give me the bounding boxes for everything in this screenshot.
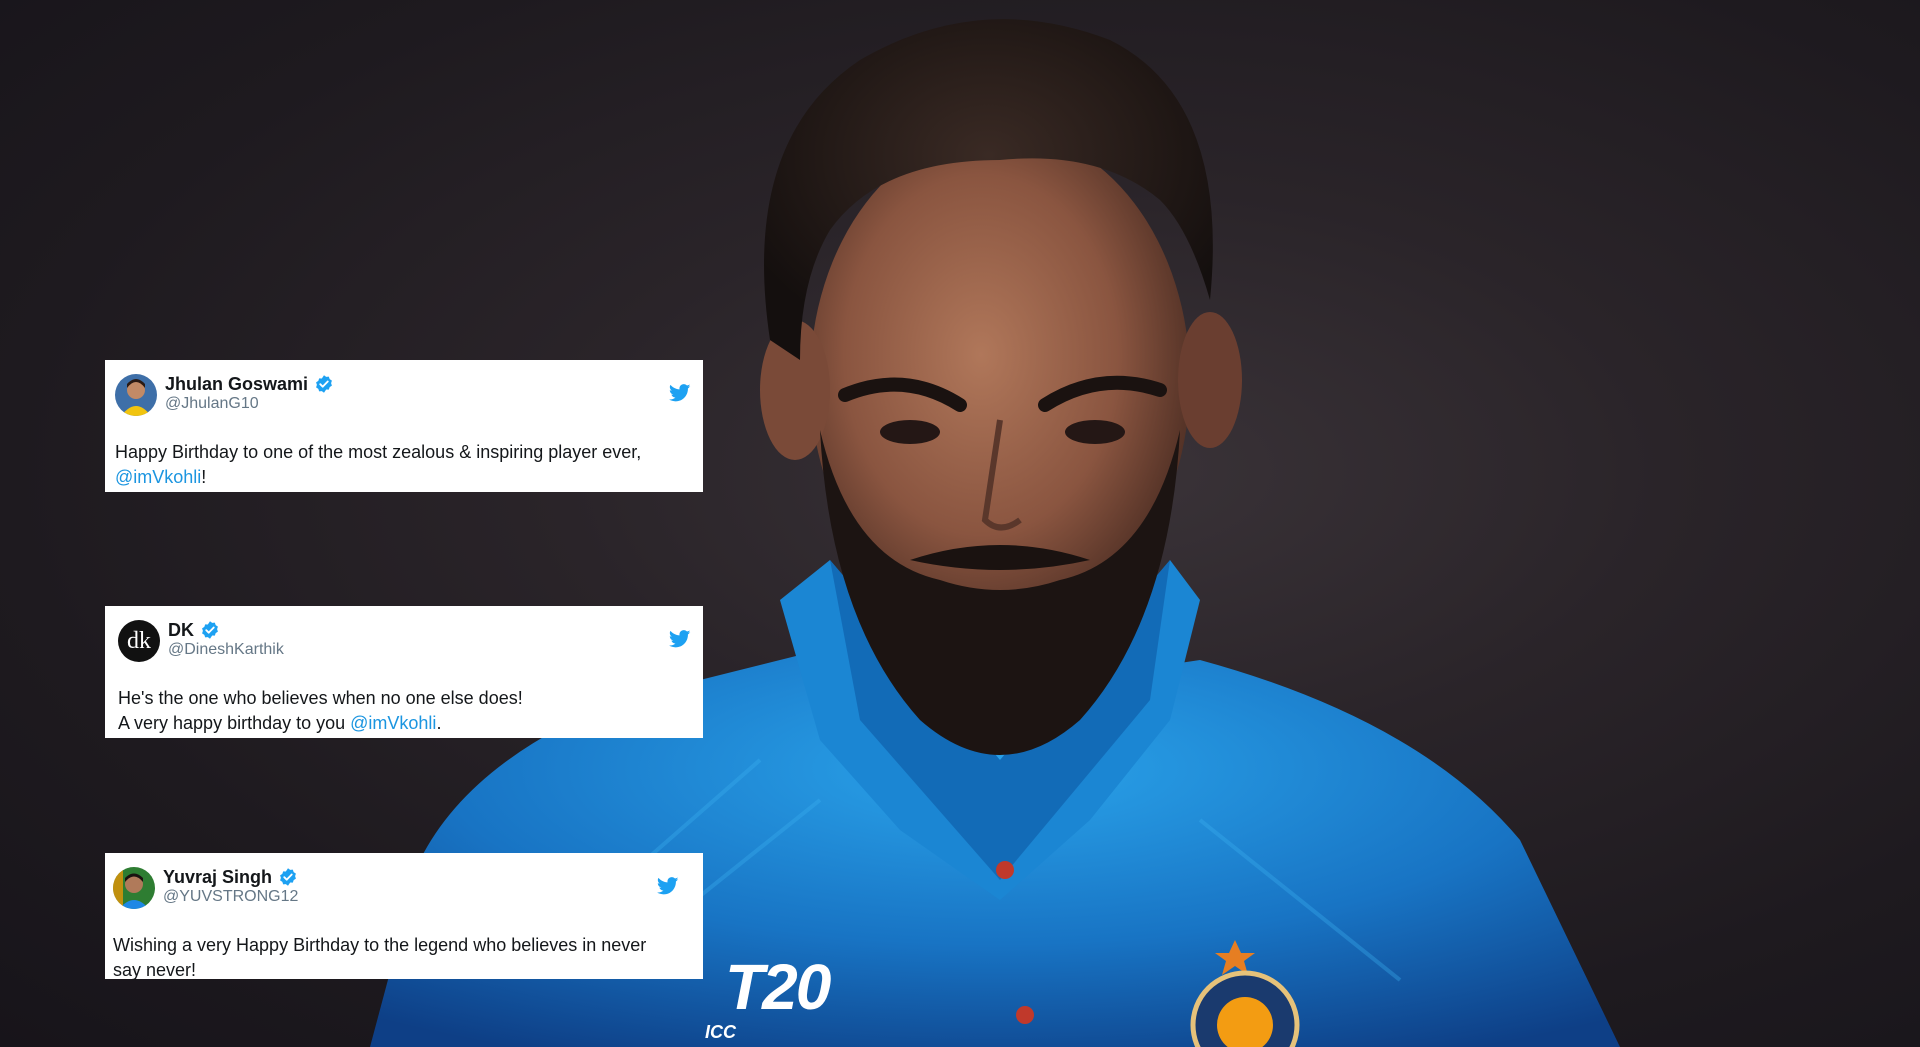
tweet-card[interactable]: dk DK @DineshKarthik He's the one who be…	[105, 606, 703, 738]
avatar[interactable]	[115, 374, 157, 416]
avatar[interactable]: dk	[118, 620, 160, 662]
tweet-text-body: He's the one who believes when no one el…	[118, 688, 523, 733]
verified-badge-icon	[280, 868, 296, 886]
display-name[interactable]: Yuvraj Singh	[163, 867, 272, 887]
tweet-header: Jhulan Goswami @JhulanG10	[115, 372, 693, 418]
t20-logo: T20 ICC	[705, 940, 855, 1047]
verified-badge-icon	[316, 375, 332, 393]
handle[interactable]: @YUVSTRONG12	[163, 887, 298, 907]
tweet-text-body: Wishing a very Happy Birthday to the leg…	[113, 935, 652, 980]
tweet-header: Yuvraj Singh @YUVSTRONG12	[113, 865, 693, 911]
tweet-text: He's the one who believes when no one el…	[118, 686, 693, 738]
tweet-author: Yuvraj Singh @YUVSTRONG12	[163, 867, 298, 907]
tweet-text-body: Happy Birthday to one of the most zealou…	[115, 442, 642, 462]
tweet-text: Wishing a very Happy Birthday to the leg…	[113, 933, 678, 985]
tweet-text-end: !	[201, 467, 207, 487]
mention-link[interactable]: @imVkohli	[115, 467, 201, 487]
tweet-text: Happy Birthday to one of the most zealou…	[115, 440, 693, 492]
tweet-text-end: .	[436, 713, 442, 733]
twitter-bird-icon[interactable]	[669, 384, 691, 402]
display-name[interactable]: Jhulan Goswami	[165, 374, 308, 394]
tweet-card[interactable]: Jhulan Goswami @JhulanG10 Happy Birthday…	[105, 360, 703, 492]
avatar[interactable]	[113, 867, 155, 909]
tweet-card[interactable]: Yuvraj Singh @YUVSTRONG12 Wishing a very…	[105, 853, 703, 980]
tweet-header: dk DK @DineshKarthik	[118, 618, 693, 664]
background-photo: T20 ICC Jhulan Goswami @JhulanG10 Happy …	[0, 0, 1920, 1047]
twitter-bird-icon[interactable]	[657, 877, 679, 895]
avatar-initials: dk	[127, 628, 151, 654]
handle[interactable]: @JhulanG10	[165, 394, 334, 414]
twitter-bird-icon[interactable]	[669, 630, 691, 648]
icc-logo-text: ICC	[705, 1022, 736, 1042]
tweet-author: DK @DineshKarthik	[168, 620, 284, 660]
mention-link[interactable]: @imVkohli	[350, 713, 436, 733]
display-name[interactable]: DK	[168, 620, 194, 640]
handle[interactable]: @DineshKarthik	[168, 640, 284, 660]
t20-logo-text: T20	[725, 951, 831, 1023]
verified-badge-icon	[202, 621, 218, 639]
tweet-author: Jhulan Goswami @JhulanG10	[165, 374, 334, 414]
